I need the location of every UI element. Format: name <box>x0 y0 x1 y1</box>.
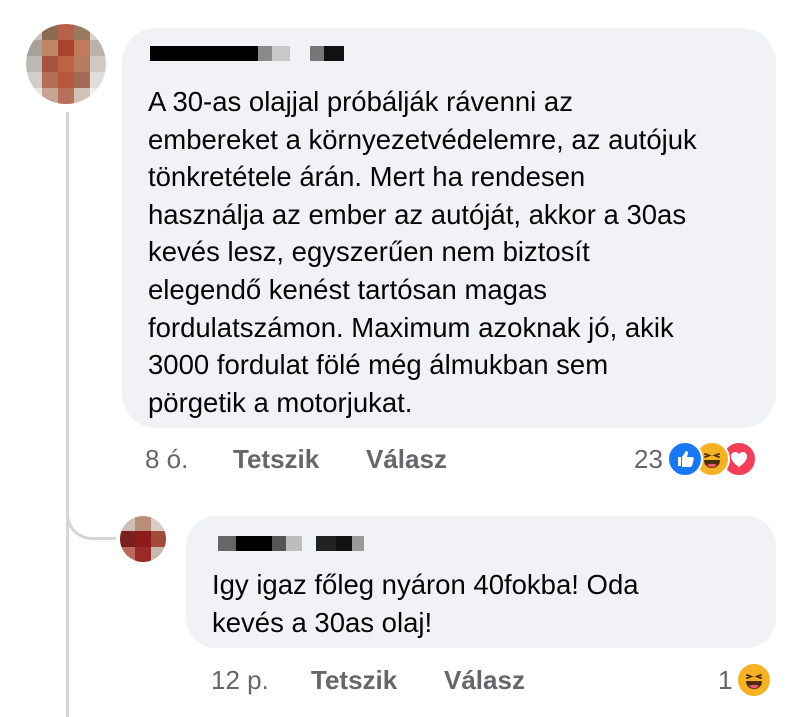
like-button[interactable]: Tetszik <box>311 665 444 696</box>
reply-actions: 12 p. Tetszik Válasz <box>211 662 525 698</box>
haha-icon <box>736 662 773 698</box>
reply-connector <box>66 490 116 540</box>
avatar[interactable] <box>120 516 166 562</box>
thread-line <box>66 112 69 717</box>
author-name-redacted[interactable] <box>218 536 364 551</box>
reaction-summary[interactable]: 23 <box>634 441 757 477</box>
comment-bubble: A 30-as olajjal próbálják rávenni az emb… <box>122 28 776 428</box>
avatar[interactable] <box>26 24 106 104</box>
reply-text: Igy igaz főleg nyáron 40fokba! Oda kevés… <box>212 569 639 638</box>
reaction-count: 23 <box>634 443 663 474</box>
reaction-count: 1 <box>718 664 733 695</box>
reply-bubble: Igy igaz főleg nyáron 40fokba! Oda kevés… <box>186 516 776 648</box>
comment-text: A 30-as olajjal próbálják rávenni az emb… <box>148 86 697 418</box>
reply-button[interactable]: Válasz <box>444 665 525 696</box>
author-name-redacted[interactable] <box>150 46 344 61</box>
reply-button[interactable]: Válasz <box>366 444 447 475</box>
reaction-summary[interactable]: 1 <box>718 662 773 698</box>
reply-time[interactable]: 12 p. <box>211 665 311 696</box>
comment-time[interactable]: 8 ó. <box>145 444 233 475</box>
like-icon <box>666 441 703 477</box>
comment-actions: 8 ó. Tetszik Válasz <box>145 441 447 477</box>
like-button[interactable]: Tetszik <box>233 444 366 475</box>
